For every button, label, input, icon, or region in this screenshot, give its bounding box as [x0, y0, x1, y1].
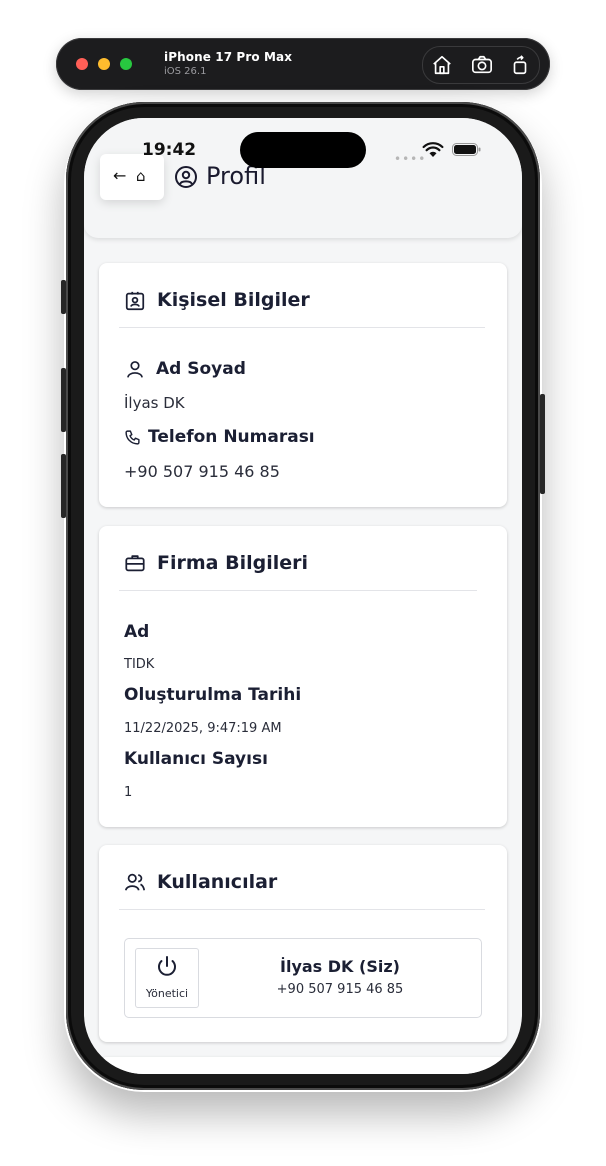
back-home-button[interactable]: ← ⌂ — [100, 154, 164, 200]
back-arrow-icon: ← — [113, 166, 127, 185]
users-card: Kullanıcılar Yönetici İlyas DK (Siz) +90… — [99, 845, 507, 1042]
role-button[interactable]: Yönetici — [135, 948, 199, 1008]
card-title: Kullanıcılar — [157, 871, 278, 893]
zoom-window-button[interactable] — [120, 58, 132, 70]
card-title: Firma Bilgileri — [157, 552, 308, 574]
status-time: 19:42 — [142, 140, 197, 160]
power-side-button — [540, 394, 545, 494]
simulator-actions — [422, 46, 540, 84]
user-phone: +90 507 915 46 85 — [276, 982, 404, 997]
company-info-card: Firma Bilgileri Ad TIDK Oluşturulma Tari… — [99, 526, 507, 827]
volume-up-button — [61, 368, 66, 432]
phone-icon — [125, 430, 140, 445]
user-count-label: Kullanıcı Sayısı — [124, 749, 268, 769]
action-button — [61, 280, 66, 314]
user-name: İlyas DK (Siz) — [280, 957, 400, 976]
users-icon — [124, 873, 146, 891]
card-divider — [119, 590, 477, 591]
company-name-value: TIDK — [124, 657, 155, 672]
minimize-window-button[interactable] — [98, 58, 110, 70]
wifi-icon — [422, 142, 444, 157]
camera-icon[interactable] — [471, 54, 493, 76]
name-value: İlyas DK — [124, 394, 185, 412]
card-title: Kişisel Bilgiler — [157, 289, 310, 311]
rotate-icon[interactable] — [509, 54, 531, 76]
card-divider — [119, 909, 485, 910]
dynamic-island — [240, 132, 366, 168]
volume-down-button — [61, 454, 66, 518]
briefcase-icon — [125, 555, 145, 572]
role-label: Yönetici — [145, 987, 189, 1000]
user-count-value: 1 — [124, 785, 133, 800]
battery-icon — [452, 143, 481, 156]
close-window-button[interactable] — [76, 58, 88, 70]
personal-info-card: Kişisel Bilgiler Ad Soyad İlyas DK Telef… — [99, 263, 507, 507]
created-date-value: 11/22/2025, 9:47:19 AM — [124, 721, 282, 736]
name-label: Ad Soyad — [156, 359, 246, 379]
id-badge-icon — [125, 291, 145, 311]
home-icon[interactable] — [431, 54, 453, 76]
next-card-peek — [99, 1057, 507, 1074]
simulator-device-name: iPhone 17 Pro Max — [164, 50, 293, 64]
user-circle-icon — [175, 166, 197, 188]
phone-value: +90 507 915 46 85 — [124, 462, 280, 481]
simulator-os-version: iOS 26.1 — [164, 66, 207, 77]
created-date-label: Oluşturulma Tarihi — [124, 685, 302, 705]
home-icon: ⌂ — [136, 167, 146, 185]
phone-screen: ← ⌂ Profil 19:42 •••• Kişisel Bilgiler A… — [84, 118, 522, 1074]
simulator-toolbar: iPhone 17 Pro Max iOS 26.1 — [56, 38, 550, 90]
company-name-label: Ad — [124, 622, 150, 642]
card-divider — [119, 327, 485, 328]
phone-label: Telefon Numarası — [148, 427, 315, 447]
user-list-item[interactable]: Yönetici İlyas DK (Siz) +90 507 915 46 8… — [124, 938, 482, 1018]
power-icon — [158, 956, 176, 976]
user-icon — [127, 361, 143, 378]
